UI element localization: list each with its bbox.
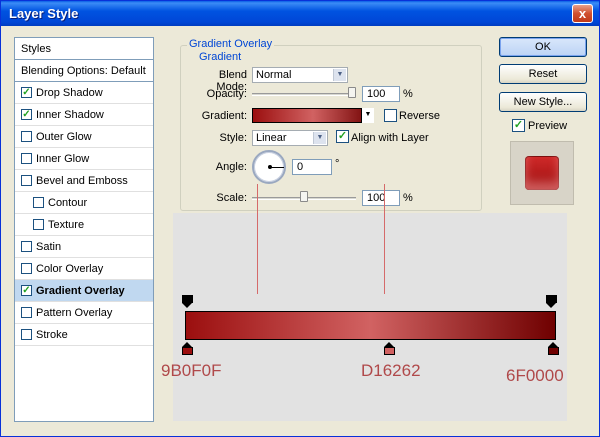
layer-style-dialog: Layer Style x Styles Blending Options: D…	[0, 0, 600, 437]
scale-unit: %	[403, 192, 413, 204]
opacity-stop-left[interactable]	[182, 295, 193, 309]
styles-item-label: Color Overlay	[36, 263, 104, 275]
styles-item-bevel-and-emboss[interactable]: Bevel and Emboss	[15, 170, 153, 192]
reset-button[interactable]: Reset	[499, 64, 587, 84]
blend-mode-value: Normal	[256, 69, 292, 81]
styles-item-texture[interactable]: Texture	[15, 214, 153, 236]
chevron-down-icon: ▼	[333, 69, 346, 81]
styles-item-satin[interactable]: Satin	[15, 236, 153, 258]
styles-item-inner-shadow[interactable]: ✓ Inner Shadow	[15, 104, 153, 126]
group-subtitle: Gradient	[197, 51, 244, 63]
scale-input[interactable]: 100	[362, 190, 400, 206]
gradient-label: Gradient:	[201, 110, 247, 122]
styles-item-checkbox[interactable]: ✓	[21, 86, 32, 98]
chevron-down-icon: ▼	[313, 132, 326, 144]
styles-header[interactable]: Styles	[15, 38, 153, 60]
ok-button[interactable]: OK	[499, 37, 587, 57]
styles-item-contour[interactable]: Contour	[15, 192, 153, 214]
styles-item-label: Texture	[48, 219, 85, 231]
angle-unit: °	[335, 158, 340, 170]
styles-item-label: Contour	[48, 197, 88, 209]
styles-item-checkbox[interactable]	[33, 218, 44, 230]
styles-item-gradient-overlay[interactable]: ✓ Gradient Overlay	[15, 280, 153, 302]
guide-line	[384, 184, 385, 294]
styles-item-label: Outer Glow	[36, 131, 92, 143]
color-stop[interactable]	[548, 342, 559, 356]
angle-label: Angle:	[215, 161, 247, 173]
styles-item-stroke[interactable]: Stroke	[15, 324, 153, 346]
group-title: Gradient Overlay	[187, 38, 275, 50]
styles-item-pattern-overlay[interactable]: Pattern Overlay	[15, 302, 153, 324]
preview-label: Preview	[528, 120, 568, 132]
align-with-layer-checkbox[interactable]: ✓	[336, 130, 349, 143]
style-value: Linear	[256, 132, 287, 144]
styles-item-checkbox[interactable]	[21, 328, 32, 340]
styles-item-checkbox[interactable]: ✓	[21, 284, 32, 296]
styles-item-label: Inner Shadow	[36, 109, 104, 121]
styles-item-checkbox[interactable]	[33, 196, 44, 208]
styles-item-checkbox[interactable]	[21, 174, 32, 186]
preview-swatch	[525, 156, 559, 190]
styles-item-drop-shadow[interactable]: ✓ Drop Shadow	[15, 82, 153, 104]
styles-item-label: Drop Shadow	[36, 87, 103, 99]
styles-item-label: Blending Options: Default	[21, 65, 146, 77]
styles-item-inner-glow[interactable]: Inner Glow	[15, 148, 153, 170]
color-stop[interactable]	[384, 342, 395, 356]
angle-dial[interactable]	[252, 150, 286, 184]
guide-line	[257, 184, 258, 294]
styles-item-checkbox[interactable]: ✓	[21, 108, 32, 120]
color-stop-hex-label: 9B0F0F	[161, 361, 222, 380]
preview-checkbox[interactable]: ✓	[512, 119, 525, 132]
scale-slider-thumb[interactable]	[300, 191, 308, 202]
gradient-dropdown-arrow-icon[interactable]: ▼	[361, 108, 374, 123]
styles-item-outer-glow[interactable]: Outer Glow	[15, 126, 153, 148]
styles-item-checkbox[interactable]	[21, 306, 32, 318]
styles-item-checkbox[interactable]	[21, 152, 32, 164]
gradient-bar[interactable]	[185, 311, 556, 340]
color-stop-hex-label: D16262	[361, 361, 421, 380]
gradient-picker[interactable]	[252, 108, 374, 123]
styles-item-checkbox[interactable]	[21, 240, 32, 252]
reverse-checkbox[interactable]	[384, 109, 397, 122]
opacity-slider-thumb[interactable]	[348, 87, 356, 98]
new-style-button[interactable]: New Style...	[499, 92, 587, 112]
blend-mode-select[interactable]: Normal ▼	[252, 67, 348, 83]
color-stop[interactable]	[182, 342, 193, 356]
scale-label: Scale:	[216, 192, 247, 204]
angle-input[interactable]: 0	[292, 159, 332, 175]
styles-item-checkbox[interactable]	[21, 130, 32, 142]
align-with-layer-label: Align with Layer	[351, 132, 429, 144]
styles-item-label: Pattern Overlay	[36, 307, 113, 319]
styles-item-label: Inner Glow	[36, 153, 90, 165]
title-bar[interactable]: Layer Style x	[1, 1, 599, 26]
close-button[interactable]: x	[572, 4, 593, 23]
styles-item-checkbox[interactable]	[21, 262, 32, 274]
styles-item-label: Gradient Overlay	[36, 285, 125, 297]
opacity-slider[interactable]	[252, 93, 356, 96]
opacity-label: Opacity:	[206, 88, 247, 100]
styles-item-color-overlay[interactable]: Color Overlay	[15, 258, 153, 280]
opacity-input[interactable]: 100	[362, 86, 400, 102]
styles-item-label: Stroke	[36, 329, 68, 341]
opacity-stop-right[interactable]	[546, 295, 557, 309]
styles-list: Styles Blending Options: Default ✓ Drop Sh…	[14, 37, 154, 422]
angle-indicator	[270, 167, 284, 168]
window-title: Layer Style	[9, 6, 79, 21]
angle-center	[268, 165, 272, 169]
style-select[interactable]: Linear ▼	[252, 130, 328, 146]
style-label: Style:	[219, 132, 247, 144]
style-preview-thumbnail	[510, 141, 574, 205]
opacity-unit: %	[403, 88, 413, 100]
reverse-label: Reverse	[399, 110, 440, 122]
styles-item-blending-options-default[interactable]: Blending Options: Default	[15, 60, 153, 82]
color-stop-hex-label: 6F0000	[506, 366, 564, 385]
styles-item-label: Satin	[36, 241, 62, 253]
styles-item-label: Bevel and Emboss	[36, 175, 128, 187]
